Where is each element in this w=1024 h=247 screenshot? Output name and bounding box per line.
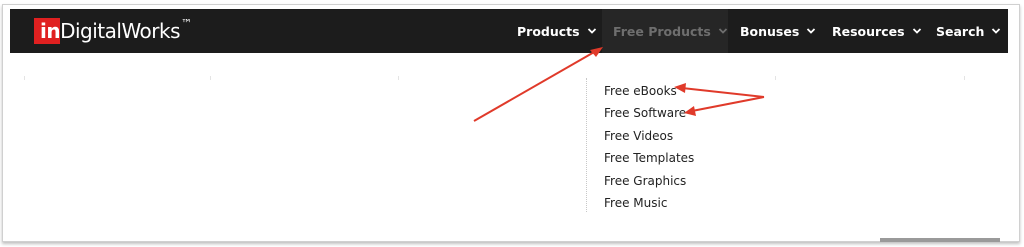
top-navbar: in DigitalWorks ™ Products Free Products… (10, 9, 1008, 53)
nav-item-search[interactable]: Search (936, 9, 1001, 53)
dropdown-item-free-videos[interactable]: Free Videos (604, 125, 694, 147)
dropdown-item-free-music[interactable]: Free Music (604, 192, 694, 214)
chevron-down-icon (587, 28, 596, 34)
menu-column-marker (24, 76, 25, 80)
nav-item-label: Products (517, 23, 580, 39)
logo-trademark: ™ (181, 17, 193, 30)
nav-item-label: Bonuses (740, 23, 800, 39)
site-logo[interactable]: in DigitalWorks ™ (34, 18, 192, 44)
nav-item-label: Resources (832, 23, 905, 39)
menu-column-marker (964, 76, 965, 80)
chevron-down-icon (718, 28, 727, 34)
bottom-edge-mark (880, 238, 1000, 242)
chevron-down-icon (912, 28, 921, 34)
dropdown-item-free-software[interactable]: Free Software (604, 102, 694, 124)
nav-item-resources[interactable]: Resources (832, 9, 922, 53)
dropdown-item-free-ebooks[interactable]: Free eBooks (604, 80, 694, 102)
logo-name: DigitalWorks (60, 19, 181, 43)
dropdown-item-free-graphics[interactable]: Free Graphics (604, 170, 694, 192)
menu-column-marker (775, 76, 776, 80)
nav-item-label: Search (936, 23, 985, 39)
menu-column-marker (398, 76, 399, 80)
logo-prefix: in (34, 18, 61, 44)
chevron-down-icon (807, 28, 816, 34)
free-products-dropdown: Free eBooks Free Software Free Videos Fr… (604, 80, 694, 214)
dropdown-divider (586, 78, 587, 212)
nav-item-bonuses[interactable]: Bonuses (740, 9, 816, 53)
nav-item-label: Free Products (613, 23, 711, 39)
chevron-down-icon (992, 28, 1001, 34)
dropdown-item-free-templates[interactable]: Free Templates (604, 147, 694, 169)
menu-column-marker (210, 76, 211, 80)
nav-item-free-products[interactable]: Free Products (602, 9, 728, 53)
nav-item-products[interactable]: Products (517, 9, 597, 53)
